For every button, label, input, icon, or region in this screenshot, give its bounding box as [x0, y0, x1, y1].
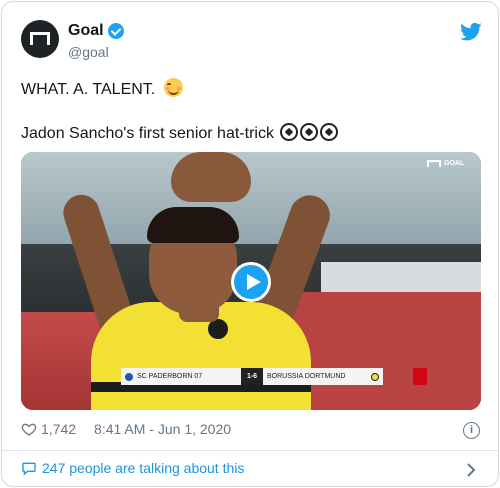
soccer-ball-icon — [280, 123, 299, 141]
twitter-bird-icon[interactable] — [460, 22, 482, 42]
speech-bubble-icon — [22, 462, 36, 476]
heart-icon[interactable] — [21, 421, 37, 437]
tweet-text-1: WHAT. A. TALENT. — [21, 81, 156, 98]
away-team: BORUSSIA DORTMUND — [263, 368, 383, 385]
like-count[interactable]: 1,742 — [41, 421, 76, 437]
author-display-name[interactable]: Goal — [68, 22, 104, 40]
cheek-right — [176, 87, 181, 90]
avatar[interactable] — [21, 20, 59, 58]
play-button[interactable] — [231, 262, 271, 302]
cheek-left — [165, 87, 170, 90]
author-name-row[interactable]: Goal — [68, 22, 124, 40]
author-handle[interactable]: @goal — [68, 44, 109, 60]
paderborn-badge-icon — [125, 372, 133, 381]
home-team-name: SC PADERBORN 07 — [137, 373, 203, 380]
media-watermark: GOAL — [427, 160, 464, 167]
soccer-ball-icon — [300, 123, 319, 141]
player-hands — [171, 152, 251, 202]
goal-logo-icon — [30, 32, 50, 45]
dortmund-badge-icon — [371, 372, 379, 381]
tweet-embed-card: Goal @goal WHAT. A. TALENT. Jadon Sancho… — [1, 1, 499, 487]
home-team: SC PADERBORN 07 — [121, 368, 241, 385]
smiling-face-emoji-icon — [163, 78, 183, 97]
bundesliga-logo-icon — [413, 368, 427, 385]
tweet-text-2: Jadon Sancho's first senior hat-trick — [21, 125, 274, 142]
chevron-right-icon[interactable] — [466, 463, 476, 477]
tweet-timestamp[interactable]: 8:41 AM - Jun 1, 2020 — [94, 421, 231, 437]
tweet-text-line-2: Jadon Sancho's first senior hat-trick — [21, 123, 339, 143]
info-icon[interactable]: i — [463, 422, 480, 439]
match-score: 1-6 — [241, 368, 263, 385]
conversation-link[interactable]: 247 people are talking about this — [21, 460, 244, 476]
player-hair — [147, 207, 239, 243]
verified-badge-icon — [107, 23, 124, 39]
tweet-meta: 1,742 8:41 AM - Jun 1, 2020 — [21, 421, 231, 437]
media-watermark-text: GOAL — [444, 160, 465, 167]
video-player[interactable]: GOAL SC PADERBORN 07 1-6 BORUSSIA DORTMU… — [21, 152, 481, 410]
goal-watermark-icon — [427, 160, 441, 167]
stadium-seats-right — [291, 292, 481, 410]
scoreboard: SC PADERBORN 07 1-6 BORUSSIA DORTMUND — [121, 368, 383, 385]
soccer-ball-icon — [320, 123, 339, 141]
conversation-label[interactable]: 247 people are talking about this — [42, 460, 244, 476]
tweet-text-line-1: WHAT. A. TALENT. — [21, 78, 183, 99]
divider — [2, 450, 498, 451]
away-team-name: BORUSSIA DORTMUND — [267, 373, 346, 380]
